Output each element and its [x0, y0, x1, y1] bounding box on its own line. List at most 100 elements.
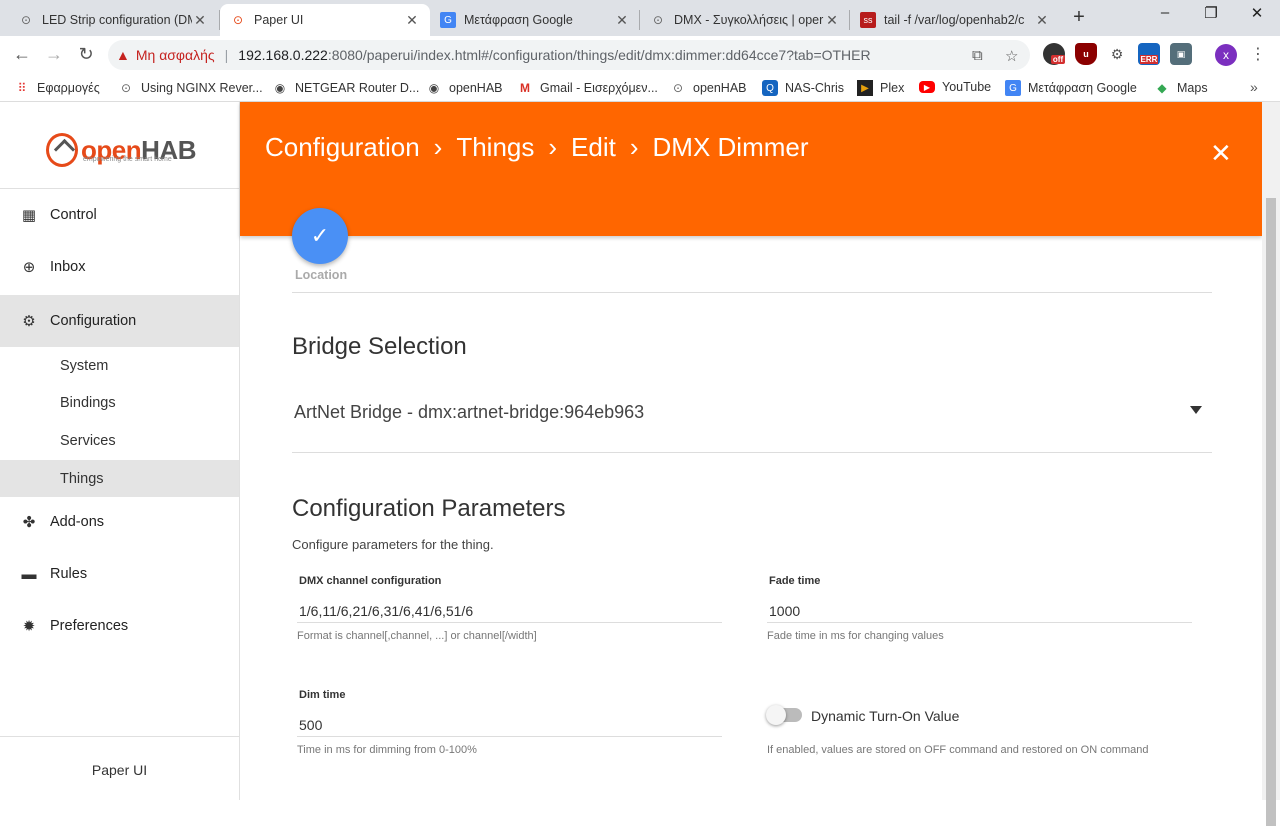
- window-close-button[interactable]: ✕: [1245, 4, 1269, 22]
- address-bar[interactable]: ▲ Μη ασφαλής | 192.168.0.222:8080/paperu…: [108, 40, 1030, 70]
- sidebar-item-addons[interactable]: ✤ Add-ons: [0, 496, 239, 548]
- sidebar-item-rules[interactable]: ▬ Rules: [0, 548, 239, 600]
- browser-tab[interactable]: ss tail -f /var/log/openhab2/c ✕: [850, 4, 1060, 36]
- close-tab-icon[interactable]: ✕: [614, 12, 630, 29]
- browser-menu-icon[interactable]: ⋮: [1250, 44, 1266, 64]
- bookmark-item[interactable]: G Μετάφραση Google: [1005, 80, 1137, 96]
- new-tab-button[interactable]: +: [1068, 6, 1090, 29]
- apps-grid-icon: ⠿: [17, 81, 27, 95]
- warning-icon: ▲: [116, 47, 130, 63]
- tab-title: Paper UI: [254, 13, 304, 27]
- bookmark-item[interactable]: ◉ openHAB: [426, 80, 503, 96]
- forward-icon[interactable]: →: [42, 44, 66, 65]
- sidebar-subitem-label: Bindings: [60, 394, 116, 411]
- sidebar-subitem-things[interactable]: Things: [0, 460, 239, 497]
- fade-time-input[interactable]: [767, 599, 1192, 623]
- close-tab-icon[interactable]: ✕: [404, 12, 420, 29]
- sidebar-item-control[interactable]: ▦ Control: [0, 189, 239, 241]
- browser-tab-strip: ⊙ LED Strip configuration (DM ✕ ⊙ Paper …: [0, 0, 1280, 36]
- bookmark-star-icon[interactable]: ☆: [1005, 47, 1018, 65]
- breadcrumb-edit[interactable]: Edit: [571, 132, 616, 162]
- bookmark-label: Μετάφραση Google: [1028, 81, 1137, 95]
- restore-button[interactable]: ❐: [1199, 4, 1223, 22]
- sidebar-footer: Paper UI: [91, 762, 148, 778]
- close-tab-icon[interactable]: ✕: [192, 12, 208, 29]
- bookmark-label: YouTube: [942, 80, 992, 94]
- browser-tab[interactable]: ⊙ DMX - Συγκολλήσεις | oper ✕: [640, 4, 850, 36]
- browser-tab[interactable]: ⊙ LED Strip configuration (DM ✕: [8, 4, 218, 36]
- ublock-icon[interactable]: u: [1075, 43, 1097, 65]
- fade-time-label: Fade time: [769, 575, 821, 587]
- gmail-icon: M: [520, 81, 530, 95]
- bookmark-item[interactable]: ⠿ Εφαρμογές: [14, 80, 100, 96]
- browser-tab-active[interactable]: ⊙ Paper UI ✕: [220, 4, 430, 36]
- security-label[interactable]: Μη ασφαλής: [136, 47, 215, 63]
- breadcrumb-things[interactable]: Things: [456, 132, 534, 162]
- dmx-channel-input[interactable]: [297, 599, 722, 623]
- bookmark-item[interactable]: Q NAS-Chris: [762, 80, 844, 96]
- err-badge: ERR: [1139, 54, 1159, 64]
- dmx-channel-help: Format is channel[,channel, ...] or chan…: [297, 630, 537, 642]
- sidebar-item-label: Preferences: [50, 618, 129, 634]
- bookmark-label: Plex: [880, 81, 905, 95]
- sidebar-item-label: Add-ons: [50, 514, 105, 530]
- bookmark-item[interactable]: ⊙ openHAB: [670, 80, 747, 96]
- nas-icon: Q: [762, 80, 778, 96]
- page-header: Configuration › Things › Edit › DMX Dimmer ✕: [240, 102, 1262, 236]
- gear-icon: ⚙: [22, 313, 36, 330]
- bookmark-item[interactable]: ▶ YouTube: [919, 80, 991, 94]
- browser-tab[interactable]: G Μετάφραση Google ✕: [430, 4, 640, 36]
- minimize-button[interactable]: –: [1153, 4, 1177, 21]
- google-translate-icon: G: [1005, 80, 1021, 96]
- extension-off-icon[interactable]: off: [1043, 43, 1066, 65]
- bookmark-item[interactable]: ⊙ Using NGINX Rever...: [118, 80, 263, 96]
- bookmarks-bar: ⠿ Εφαρμογές ⊙ Using NGINX Rever... ◉ NETGEA…: [0, 74, 1280, 102]
- back-icon[interactable]: ←: [10, 44, 34, 65]
- chevron-down-icon[interactable]: [1190, 406, 1202, 414]
- close-icon[interactable]: ✕: [1210, 138, 1232, 169]
- openhab-logo[interactable]: openHAB: [46, 130, 196, 170]
- reload-icon[interactable]: ↻: [74, 44, 98, 65]
- plus-circle-icon: ⊕: [22, 259, 36, 276]
- openhab-icon: ⊙: [20, 13, 32, 27]
- translate-icon[interactable]: ⧉: [972, 47, 983, 64]
- logo-tagline: empowering the smart home: [83, 156, 172, 163]
- save-check-button[interactable]: ✓: [292, 208, 348, 264]
- openhab-icon: ⊙: [652, 13, 664, 27]
- sidebar-item-preferences[interactable]: ✹ Preferences: [0, 600, 239, 652]
- breadcrumb: Configuration › Things › Edit › DMX Dimmer: [265, 132, 809, 163]
- browser-toolbar: ← → ↻ ▲ Μη ασφαλής | 192.168.0.222:8080/…: [0, 36, 1280, 74]
- bookmark-item[interactable]: M Gmail - Εισερχόμεν...: [517, 80, 658, 96]
- tab-title: DMX - Συγκολλήσεις | oper: [674, 13, 824, 27]
- extension-err-icon[interactable]: ERR: [1138, 43, 1160, 65]
- sidebar-subitem-label: Services: [60, 432, 116, 449]
- breadcrumb-configuration[interactable]: Configuration: [265, 132, 420, 162]
- bookmark-item[interactable]: ◉ NETGEAR Router D...: [272, 80, 420, 96]
- close-tab-icon[interactable]: ✕: [1034, 12, 1050, 29]
- sidebar-subitem-system[interactable]: System: [0, 347, 239, 384]
- address-divider: |: [224, 47, 229, 63]
- extension-globe-icon[interactable]: ⚙: [1106, 43, 1128, 65]
- scrollbar-thumb[interactable]: [1266, 198, 1276, 826]
- scrollbar[interactable]: [1262, 102, 1280, 826]
- sidebar-subitem-bindings[interactable]: Bindings: [0, 384, 239, 421]
- profile-avatar[interactable]: x: [1215, 44, 1237, 66]
- extension-window-icon[interactable]: ▣: [1170, 43, 1192, 65]
- sidebar-item-inbox[interactable]: ⊕ Inbox: [0, 241, 239, 293]
- sidebar-item-configuration[interactable]: ⚙ Configuration: [0, 295, 239, 347]
- openhab-logo-icon: [46, 133, 79, 167]
- bridge-select-value[interactable]: ArtNet Bridge - dmx:artnet-bridge:964eb9…: [294, 402, 644, 423]
- dashboard-icon: ▦: [21, 207, 37, 224]
- maps-icon: ◆: [1157, 81, 1167, 95]
- bookmark-item[interactable]: ◆ Maps: [1154, 80, 1207, 96]
- bookmark-item[interactable]: ▶ Plex: [857, 80, 904, 96]
- check-icon: ✓: [310, 223, 330, 248]
- bookmark-label: NAS-Chris: [785, 81, 845, 95]
- sidebar-subitem-services[interactable]: Services: [0, 422, 239, 459]
- url-path: :8080/paperui/index.html#/configuration/…: [327, 47, 871, 63]
- more-bookmarks-icon[interactable]: »: [1250, 79, 1258, 95]
- close-tab-icon[interactable]: ✕: [824, 12, 840, 29]
- dynamic-turn-on-toggle[interactable]: [766, 705, 802, 725]
- dim-time-input[interactable]: [297, 713, 722, 737]
- bookmark-label: openHAB: [449, 81, 503, 95]
